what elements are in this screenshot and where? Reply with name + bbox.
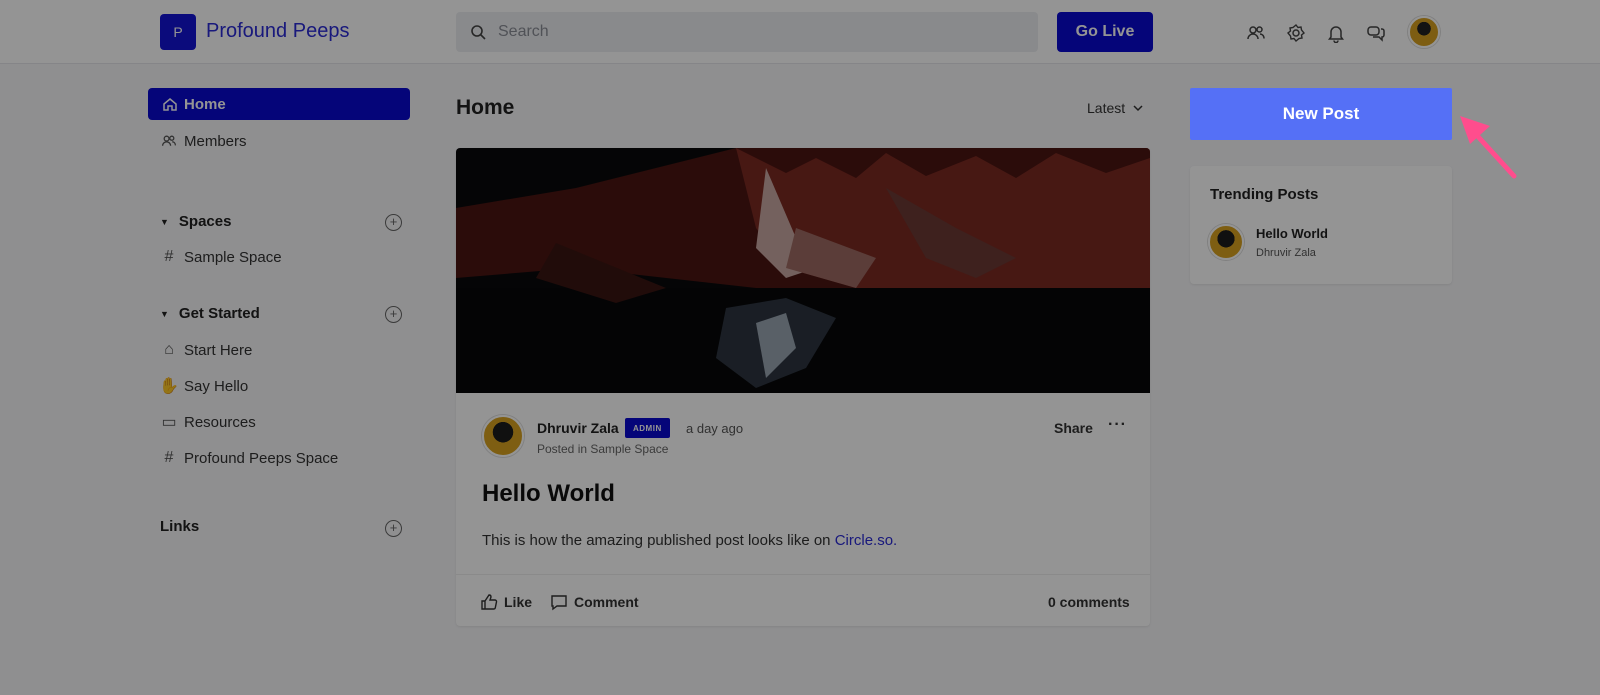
- sidebar-item-label: Profound Peeps Space: [184, 449, 339, 467]
- sidebar-section-links[interactable]: Links: [160, 518, 199, 535]
- chevron-down-icon: [1133, 105, 1143, 112]
- home-icon: [163, 98, 177, 111]
- post-body: This is how the amazing published post l…: [482, 532, 897, 549]
- thumbs-up-icon: [481, 594, 498, 610]
- author-avatar[interactable]: [482, 415, 524, 457]
- new-post-button[interactable]: New Post: [1190, 88, 1452, 140]
- user-avatar[interactable]: [1408, 16, 1440, 48]
- pointer-arrow-icon: [1460, 116, 1517, 179]
- hash-icon: #: [164, 449, 174, 466]
- sidebar-item-home[interactable]: Home: [148, 88, 410, 120]
- sidebar-item-members[interactable]: Members: [160, 132, 247, 150]
- share-button[interactable]: Share: [1054, 420, 1093, 436]
- wave-emoji-icon: ✋: [159, 378, 179, 395]
- add-space-button[interactable]: +: [385, 214, 402, 231]
- search-input[interactable]: Search: [498, 23, 549, 41]
- bell-icon[interactable]: [1326, 23, 1346, 43]
- sort-dropdown[interactable]: Latest: [1087, 100, 1143, 116]
- page-title: Home: [456, 96, 515, 119]
- caret-down-icon: ▼: [160, 308, 169, 319]
- sidebar-item-label: Say Hello: [184, 377, 249, 395]
- post-cover-image[interactable]: [456, 148, 1150, 393]
- post-title[interactable]: Hello World: [482, 480, 615, 508]
- trending-title: Trending Posts: [1210, 186, 1319, 203]
- sidebar-item-say-hello[interactable]: ✋ Say Hello: [159, 377, 249, 396]
- section-title: Get Started: [178, 305, 260, 322]
- members-icon: [160, 132, 178, 150]
- house-emoji-icon: ⌂: [164, 341, 174, 358]
- comment-label: Comment: [574, 594, 639, 610]
- post-body-text: This is how the amazing published post l…: [482, 532, 831, 549]
- members-icon[interactable]: [1246, 23, 1266, 43]
- comment-button[interactable]: Comment: [550, 593, 639, 611]
- go-live-button[interactable]: Go Live: [1057, 12, 1153, 52]
- trending-posts-panel: Trending Posts Hello World Dhruvir Zala: [1190, 166, 1452, 284]
- circle-link[interactable]: Circle.so.: [835, 532, 898, 549]
- like-button[interactable]: Like: [480, 593, 532, 611]
- sort-label: Latest: [1087, 100, 1126, 116]
- sidebar-item-start-here[interactable]: ⌂ Start Here: [160, 341, 252, 359]
- admin-badge: ADMIN: [625, 418, 670, 438]
- comments-count[interactable]: 0 comments: [1048, 594, 1130, 610]
- post-actions: Like Comment 0 comments: [456, 574, 1150, 626]
- comment-icon: [551, 595, 567, 611]
- community-name[interactable]: Profound Peeps: [206, 20, 349, 43]
- post-card: Dhruvir Zala ADMIN a day ago Posted in S…: [456, 148, 1150, 626]
- posted-in-space[interactable]: Posted in Sample Space: [537, 442, 668, 456]
- post-author[interactable]: Dhruvir Zala: [537, 420, 619, 436]
- screen-icon: ▭: [161, 414, 177, 431]
- sidebar-item-resources[interactable]: ▭ Resources: [160, 413, 256, 432]
- search-icon: [471, 25, 486, 40]
- top-header: P Profound Peeps Search Go Live: [0, 0, 1600, 64]
- gear-icon[interactable]: [1286, 23, 1306, 43]
- community-logo[interactable]: P: [160, 14, 196, 50]
- sidebar-item-label: Members: [184, 132, 247, 150]
- sidebar-item-profound-peeps-space[interactable]: # Profound Peeps Space: [160, 449, 339, 467]
- sidebar-item-label: Sample Space: [184, 248, 282, 266]
- hash-icon: #: [164, 248, 174, 265]
- section-title: Spaces: [178, 213, 232, 230]
- sidebar-item-label: Resources: [184, 413, 256, 431]
- caret-down-icon: ▼: [160, 216, 169, 227]
- add-space-button[interactable]: +: [385, 306, 402, 323]
- section-title: Links: [160, 518, 200, 535]
- logo-letter: P: [173, 24, 183, 40]
- sidebar-section-spaces[interactable]: ▼ Spaces: [160, 213, 231, 230]
- trending-author-avatar[interactable]: [1208, 224, 1244, 260]
- add-link-button[interactable]: +: [385, 520, 402, 537]
- more-options-icon[interactable]: ···: [1108, 416, 1127, 434]
- sidebar-section-get-started[interactable]: ▼ Get Started: [160, 305, 260, 322]
- messages-icon[interactable]: [1366, 23, 1386, 43]
- search-bar[interactable]: Search: [456, 12, 1038, 52]
- trending-post-author: Dhruvir Zala: [1256, 247, 1316, 259]
- sidebar-item-label: Home: [184, 95, 226, 113]
- post-timestamp[interactable]: a day ago: [686, 421, 743, 436]
- like-label: Like: [504, 594, 533, 610]
- sidebar-item-sample-space[interactable]: # Sample Space: [160, 248, 282, 266]
- sidebar-item-label: Start Here: [184, 341, 253, 359]
- trending-post-title[interactable]: Hello World: [1256, 226, 1328, 241]
